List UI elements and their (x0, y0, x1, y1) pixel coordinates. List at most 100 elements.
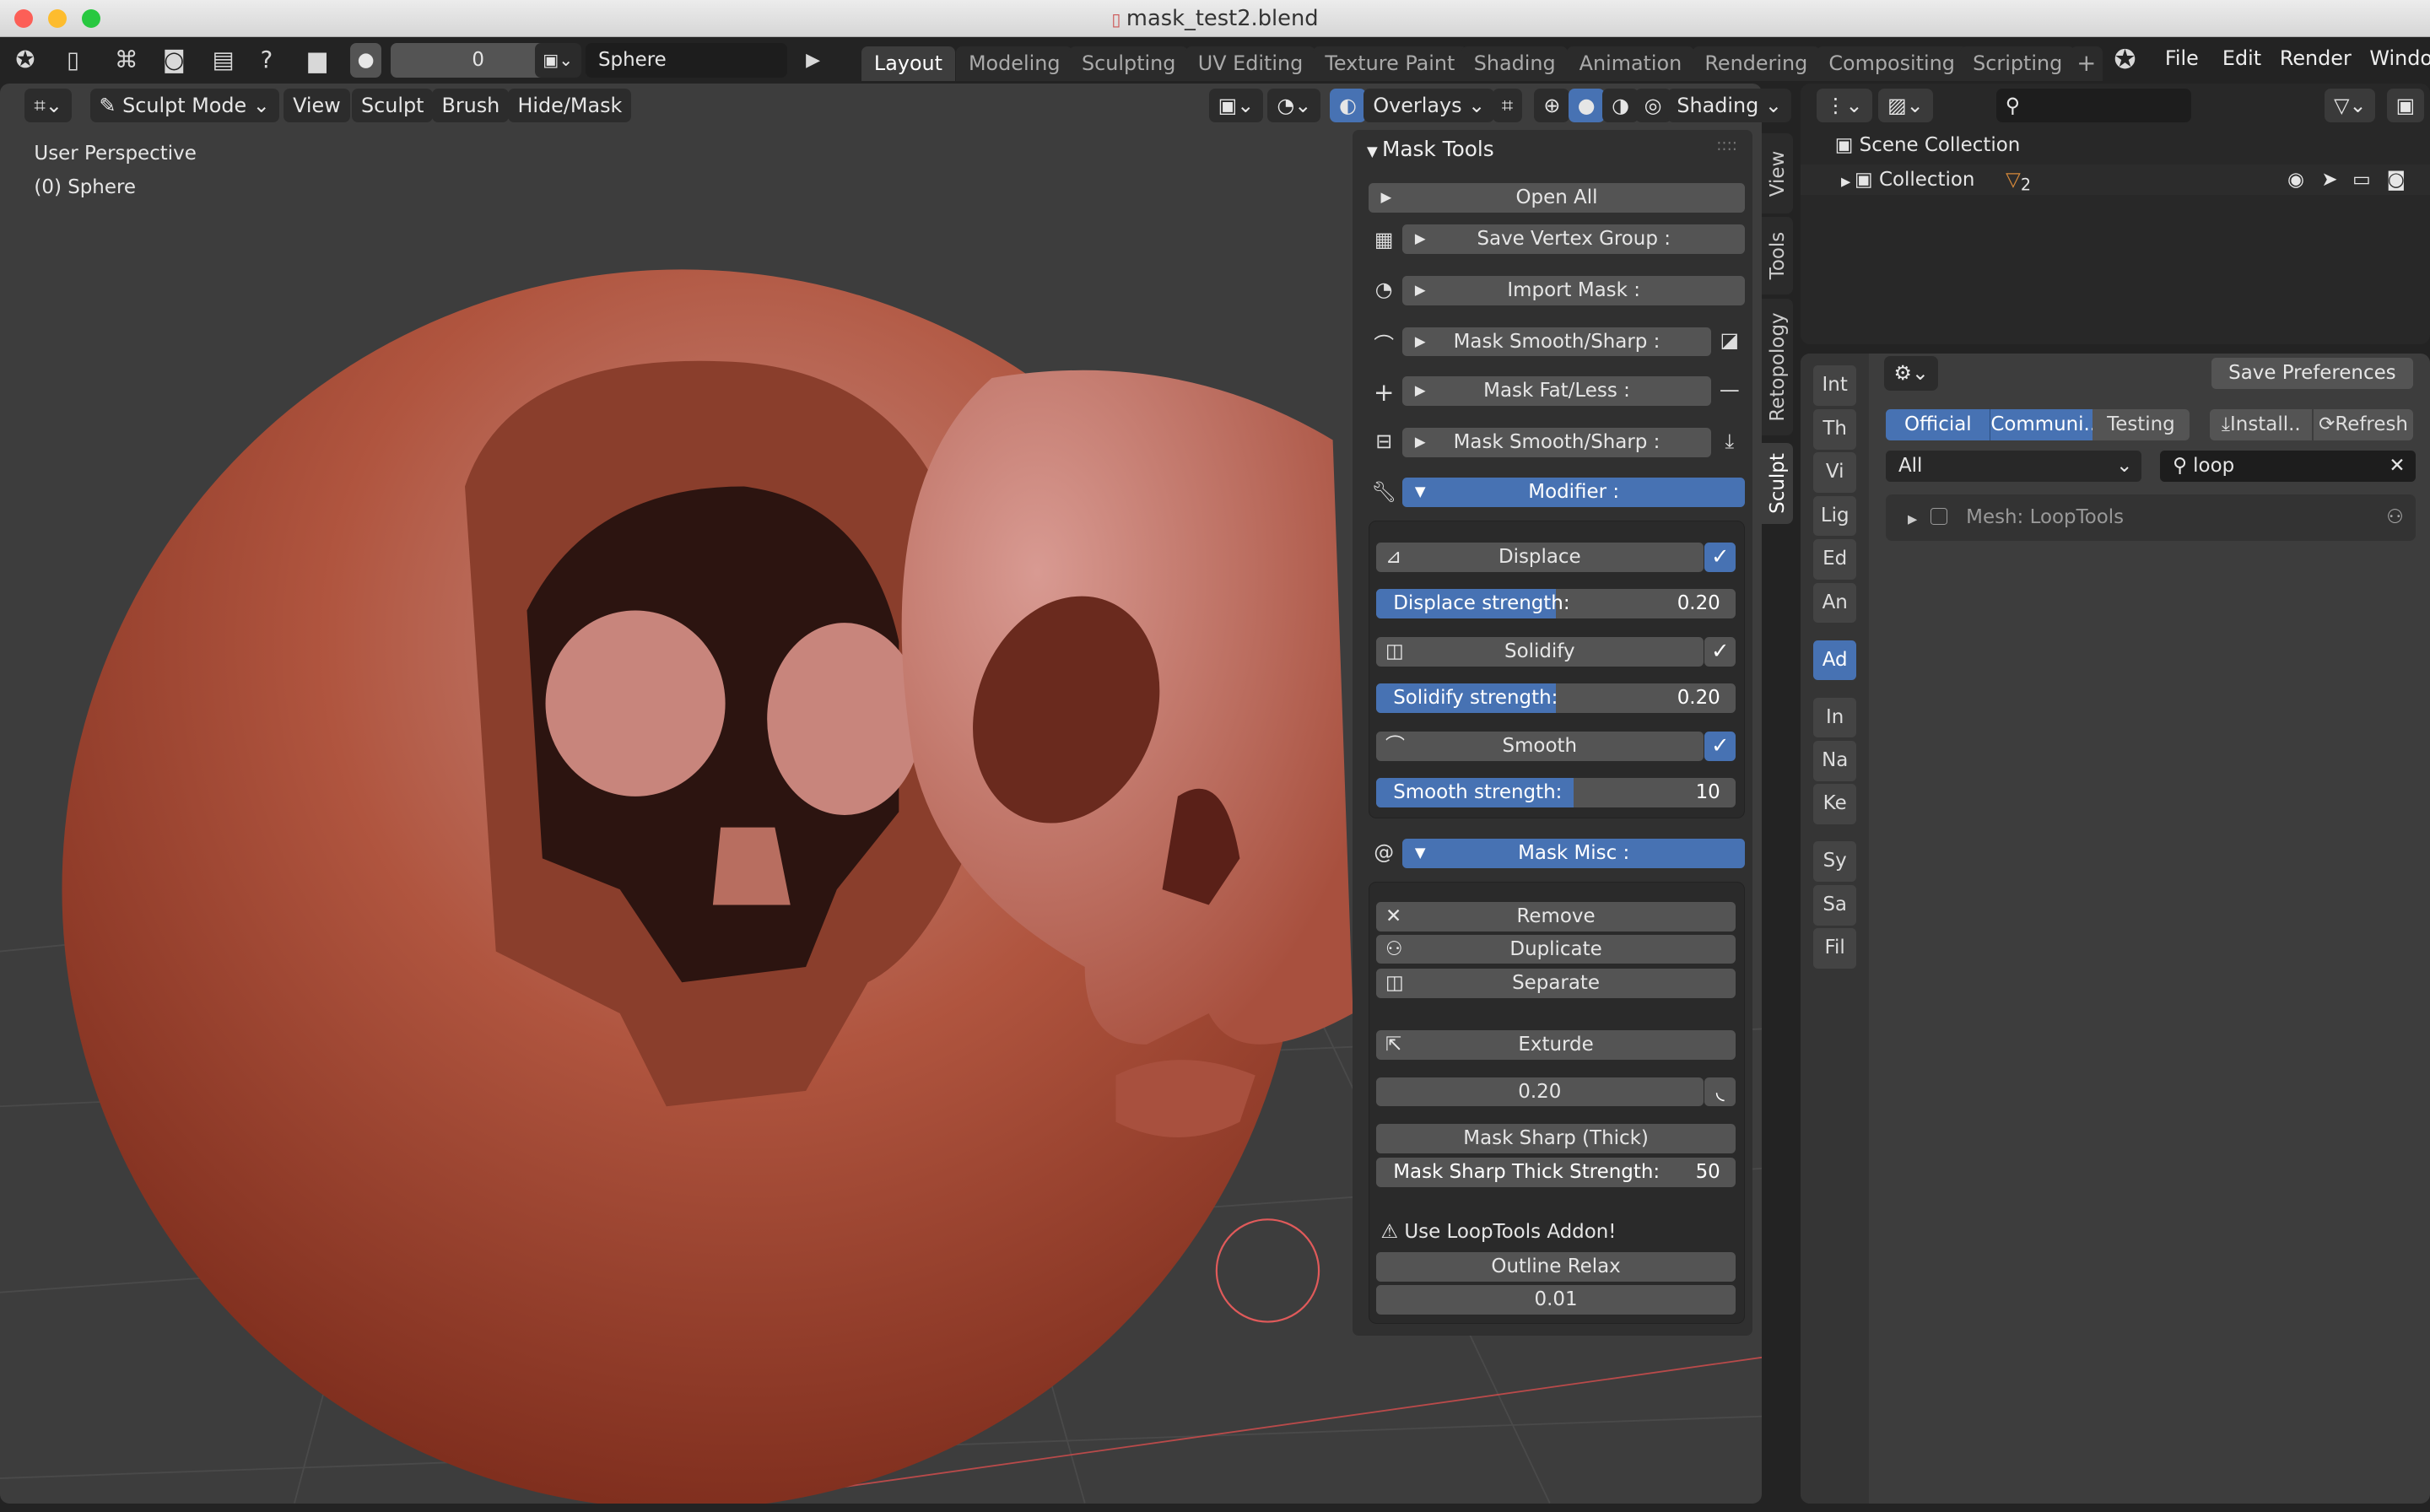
prefs-tab-ed[interactable]: Ed (1812, 539, 1857, 580)
add-workspace-button[interactable]: + (2070, 46, 2103, 81)
blender-logo-icon[interactable]: ✪ (15, 37, 35, 84)
drag-handle-icon[interactable]: :::: (1716, 137, 1737, 154)
object-name-field[interactable]: Sphere (586, 43, 788, 78)
prefs-tab-th[interactable]: Th (1812, 408, 1857, 450)
overlays-toggle-icon[interactable]: ◐ (1329, 88, 1366, 123)
category-dropdown[interactable]: All ⌄ (1886, 451, 2142, 483)
material-shading-icon[interactable]: ◑ (1602, 88, 1639, 123)
tab-animation[interactable]: Animation (1566, 46, 1694, 81)
menu-file[interactable]: File (2165, 46, 2199, 71)
maximize-window-button[interactable] (82, 9, 101, 29)
filter-official-tab[interactable]: Official (1886, 408, 1990, 440)
menu-edit[interactable]: Edit (2222, 46, 2261, 71)
monitor-icon[interactable]: ▭ (2352, 165, 2371, 196)
collection-row[interactable]: ▶ ▣ Collection ▽2 ◉ ➤ ▭ ◙ (1801, 164, 2430, 196)
overlays-dropdown[interactable]: Overlays ⌄ (1364, 88, 1495, 123)
solidify-button[interactable]: ◫ Solidify (1376, 636, 1704, 667)
menu-brush[interactable]: Brush (432, 88, 510, 123)
prefs-tab-fil[interactable]: Fil (1812, 928, 1857, 969)
xray-icon[interactable]: ⌗ (1492, 88, 1523, 123)
record-button[interactable]: ● (350, 43, 381, 78)
displace-button[interactable]: ⊿ Displace (1376, 542, 1704, 572)
shading-dropdown[interactable]: Shading ⌄ (1667, 88, 1791, 123)
prefs-tab-ke[interactable]: Ke (1812, 784, 1857, 825)
tab-scripting[interactable]: Scripting (1960, 46, 2075, 81)
menu-render[interactable]: Render (2280, 46, 2352, 71)
close-window-button[interactable] (14, 9, 33, 29)
new-collection-icon[interactable]: ▣ (2386, 88, 2425, 123)
menu-sculpt[interactable]: Sculpt (351, 88, 434, 123)
gizmo-icon[interactable]: ◔⌄ (1267, 88, 1321, 123)
extrude-value-field[interactable]: 0.20 (1376, 1077, 1704, 1107)
tab-texture-paint[interactable]: Texture Paint (1312, 46, 1468, 81)
modifier-section-button[interactable]: ▼ Modifier : (1402, 477, 1746, 507)
save-preferences-button[interactable]: Save Preferences (2211, 358, 2413, 389)
screenshot-icon[interactable]: ◙ (163, 37, 186, 84)
tab-shading[interactable]: Shading (1461, 46, 1569, 81)
panel-header[interactable]: ▼ Mask Tools (1367, 137, 1494, 161)
rendered-shading-icon[interactable]: ◎ (1634, 88, 1671, 123)
view-object-types-icon[interactable]: ▣⌄ (1208, 88, 1264, 123)
mask-sharp-thick-strength-field[interactable]: Mask Sharp Thick Strength: 50 (1376, 1158, 1736, 1187)
plus-icon[interactable]: + (1369, 378, 1400, 407)
wireframe-shading-icon[interactable]: ⊕ (1534, 88, 1570, 123)
outline-relax-button[interactable]: Outline Relax (1376, 1252, 1736, 1282)
open-all-button[interactable]: ▶ Open All (1368, 182, 1746, 213)
prefs-tab-an[interactable]: An (1812, 582, 1857, 624)
solidify-strength-slider[interactable]: Solidify strength: 0.20 (1376, 683, 1736, 713)
eye-icon[interactable]: ◉ (2287, 165, 2304, 196)
addon-search-input[interactable]: ⚲ loop ✕ (2160, 451, 2416, 483)
displace-strength-slider[interactable]: Displace strength: 0.20 (1376, 588, 1736, 618)
display-mode-icon[interactable]: ▨⌄ (1878, 88, 1933, 123)
addon-item-looptools[interactable]: ▶ Mesh: LoopTools ⚇ (1886, 494, 2416, 541)
tab-sculpting[interactable]: Sculpting (1069, 46, 1189, 81)
command-icon[interactable]: ⌘ (115, 37, 138, 84)
prefs-tab-vi[interactable]: Vi (1812, 452, 1857, 494)
help-icon[interactable]: ? (261, 37, 273, 84)
mask-fat-less-button[interactable]: ▶ Mask Fat/Less : (1402, 376, 1711, 407)
tab-uv-editing[interactable]: UV Editing (1185, 46, 1315, 81)
prefs-tab-int[interactable]: Int (1812, 365, 1857, 407)
mask-misc-section-button[interactable]: ▼ Mask Misc : (1402, 838, 1746, 868)
smooth-button[interactable]: ⌒ Smooth (1376, 731, 1704, 761)
sidebar-tab-view[interactable]: View (1762, 132, 1794, 214)
mask-smooth-sharp-button[interactable]: ▶ Mask Smooth/Sharp : (1402, 327, 1711, 357)
prefs-tab-na[interactable]: Na (1812, 740, 1857, 781)
clear-search-icon[interactable]: ✕ (2389, 451, 2405, 482)
prefs-menu-gear-icon[interactable]: ⚙⌄ (1884, 356, 1938, 391)
menu-window[interactable]: Window (2369, 46, 2430, 71)
refresh-button[interactable]: ⟳Refresh (2314, 408, 2413, 440)
outline-relax-value-field[interactable]: 0.01 (1376, 1284, 1736, 1315)
play-icon[interactable]: ▶ (806, 37, 820, 84)
import-mask-button[interactable]: ▶ Import Mask : (1402, 275, 1746, 305)
outliner-editor-type-icon[interactable]: ⋮⌄ (1816, 88, 1872, 123)
displace-checkbox[interactable]: ✓ (1704, 542, 1736, 572)
sharp-gradient-icon[interactable]: ◪ (1714, 328, 1745, 352)
prefs-tab-sa[interactable]: Sa (1812, 884, 1857, 926)
expand-icon[interactable]: ▶ (1908, 512, 1921, 526)
blender-menu-icon[interactable]: ✪ (2114, 37, 2136, 84)
prefs-tab-sy[interactable]: Sy (1812, 841, 1857, 883)
editor-type-icon[interactable]: ⌗⌄ (24, 88, 72, 123)
install-button[interactable]: ⤓Install.. (2210, 408, 2313, 440)
exturde-button[interactable]: ⇱ Exturde (1376, 1030, 1736, 1061)
scene-collection-row[interactable]: ▣ Scene Collection (1801, 130, 2430, 161)
tab-modeling[interactable]: Modeling (956, 46, 1073, 81)
mask-smooth-sharp-2-button[interactable]: ▶ Mask Smooth/Sharp : (1402, 427, 1711, 457)
solidify-checkbox[interactable]: ✓ (1704, 636, 1736, 667)
sidebar-tab-retopology[interactable]: Retopology (1762, 299, 1794, 436)
prefs-tab-in[interactable]: In (1812, 697, 1857, 738)
new-file-icon[interactable]: ▯ (67, 37, 79, 84)
mode-dropdown[interactable]: ✎ Sculpt Mode ⌄ (89, 88, 279, 123)
minimize-window-button[interactable] (47, 9, 67, 29)
save-vertex-group-button[interactable]: ▶ Save Vertex Group : (1402, 224, 1746, 255)
sidebar-tab-tools[interactable]: Tools (1762, 217, 1794, 294)
addon-enable-checkbox[interactable] (1930, 507, 1948, 525)
select-cursor-icon[interactable]: ➤ (2321, 165, 2337, 196)
curve-icon[interactable]: ◟ (1704, 1077, 1736, 1107)
tab-compositing[interactable]: Compositing (1816, 46, 1968, 81)
remove-button[interactable]: ✕ Remove (1376, 901, 1736, 932)
save-icon[interactable]: ▤ (213, 37, 235, 84)
smooth-checkbox[interactable]: ✓ (1704, 731, 1736, 761)
menu-view[interactable]: View (284, 88, 350, 123)
